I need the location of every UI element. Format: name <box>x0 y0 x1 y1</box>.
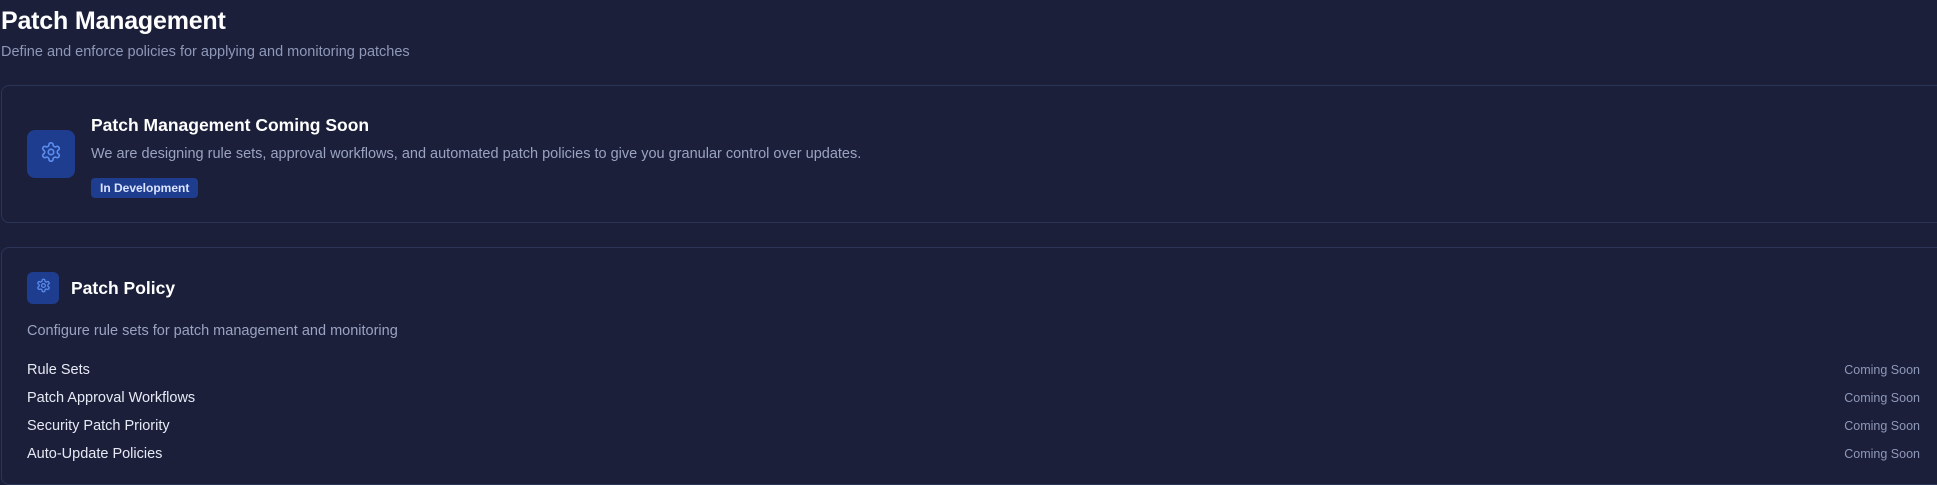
coming-soon-card: Patch Management Coming Soon We are desi… <box>1 85 1937 223</box>
patch-policy-card: Patch Policy Configure rule sets for pat… <box>1 247 1937 485</box>
patch-policy-icon-tile <box>27 272 59 304</box>
policy-item-list: Rule Sets Coming Soon Patch Approval Wor… <box>27 356 1920 468</box>
policy-item-approval-workflows: Patch Approval Workflows Coming Soon <box>27 384 1920 412</box>
policy-item-status: Coming Soon <box>1844 447 1920 461</box>
patch-policy-title: Patch Policy <box>71 278 176 298</box>
status-badge: In Development <box>91 178 199 198</box>
policy-item-label: Patch Approval Workflows <box>27 390 196 406</box>
page-title: Patch Management <box>1 7 226 35</box>
policy-item-status: Coming Soon <box>1844 391 1920 405</box>
policy-item-security-priority: Security Patch Priority Coming Soon <box>27 412 1920 440</box>
policy-item-status: Coming Soon <box>1844 419 1920 433</box>
coming-soon-title: Patch Management Coming Soon <box>91 115 370 135</box>
policy-item-label: Security Patch Priority <box>27 418 170 434</box>
policy-item-label: Rule Sets <box>27 362 90 378</box>
policy-item-rule-sets: Rule Sets Coming Soon <box>27 356 1920 384</box>
patch-policy-description: Configure rule sets for patch management… <box>27 323 398 339</box>
policy-item-auto-update: Auto-Update Policies Coming Soon <box>27 440 1920 468</box>
page-subtitle: Define and enforce policies for applying… <box>1 44 410 60</box>
policy-item-status: Coming Soon <box>1844 363 1920 377</box>
coming-soon-description: We are designing rule sets, approval wor… <box>91 146 862 162</box>
patch-management-page: Patch Management Define and enforce poli… <box>0 0 1937 485</box>
policy-item-label: Auto-Update Policies <box>27 446 163 462</box>
gear-icon <box>40 141 62 168</box>
gear-icon <box>36 278 51 298</box>
coming-soon-icon-tile <box>27 130 75 178</box>
